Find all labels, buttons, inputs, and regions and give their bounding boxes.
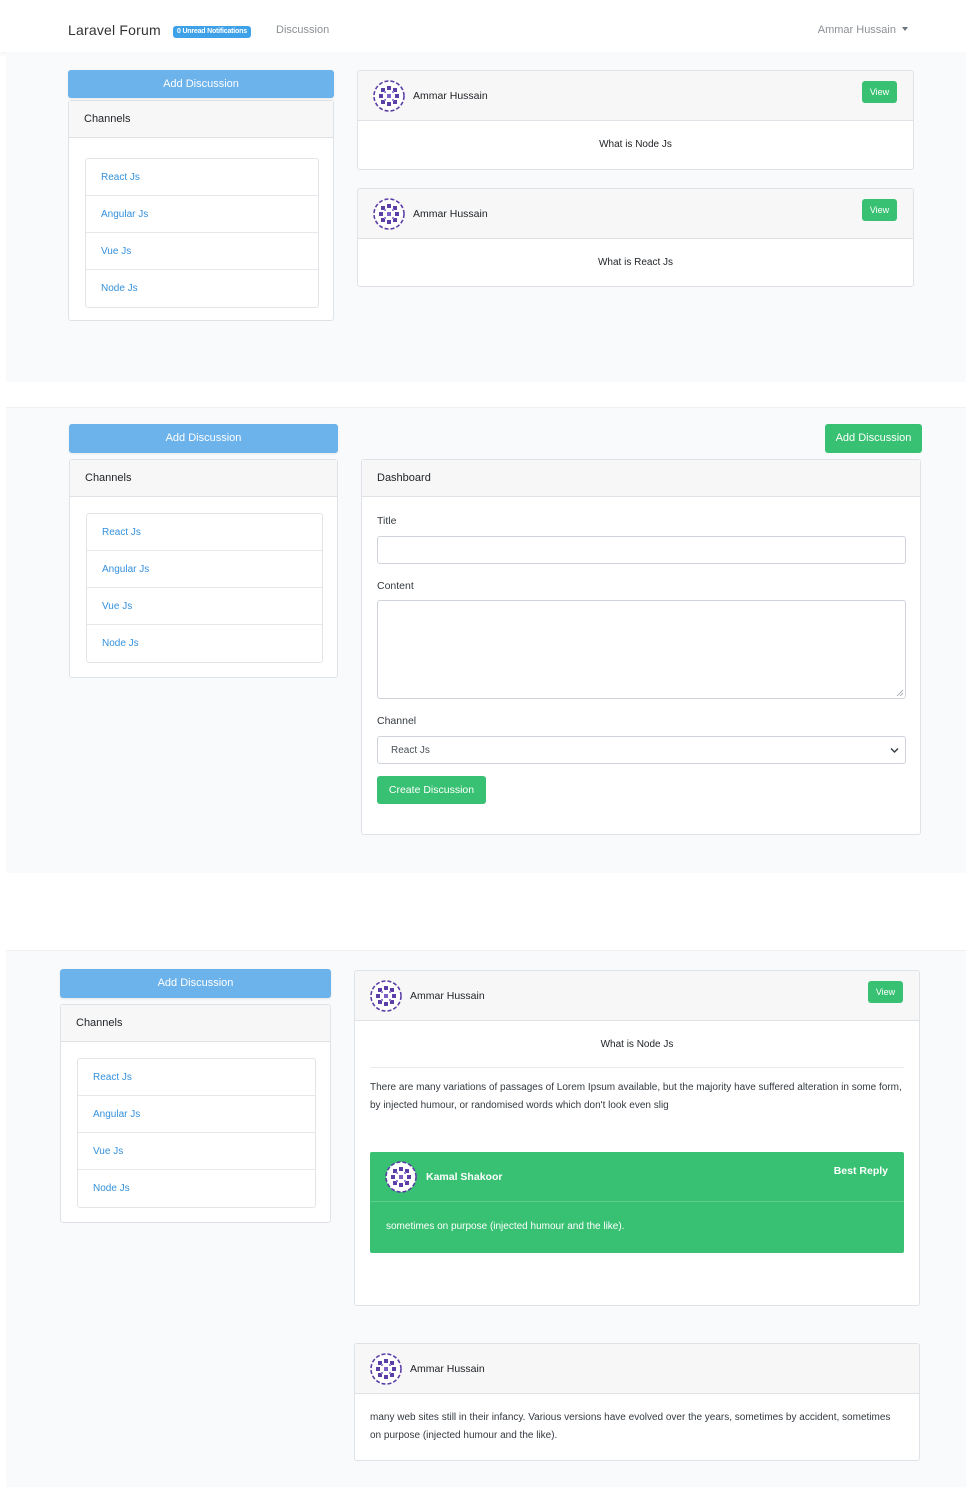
title-input[interactable]	[377, 536, 906, 564]
channels-list: React Js Angular Js Vue Js Node Js	[86, 513, 323, 663]
discussion-card: Ammar Hussain View What is React Js	[357, 188, 914, 287]
avatar	[373, 198, 405, 230]
channel-item-vue[interactable]: Vue Js	[87, 588, 322, 625]
discussion-title: What is Node Js	[599, 139, 672, 150]
create-discussion-button[interactable]: Create Discussion	[377, 776, 486, 804]
dashboard-header: Dashboard	[362, 460, 920, 497]
view-button[interactable]: View	[862, 81, 897, 103]
view-button[interactable]: View	[868, 981, 903, 1003]
discussion-content: There are many variations of passages of…	[370, 1082, 902, 1111]
channel-item-angular[interactable]: Angular Js	[86, 196, 318, 233]
create-discussion-screen: Add Discussion Add Discussion Channels R…	[6, 407, 966, 873]
reply-author: Ammar Hussain	[410, 1363, 485, 1375]
avatar	[370, 980, 402, 1012]
channels-list: React Js Angular Js Vue Js Node Js	[77, 1058, 316, 1208]
channel-item-node[interactable]: Node Js	[86, 270, 318, 307]
channel-label: Channel	[377, 715, 417, 727]
channel-select[interactable]: React Js	[377, 736, 906, 764]
avatar	[373, 80, 405, 112]
discussion-nav-link[interactable]: Discussion	[276, 24, 329, 36]
view-button[interactable]: View	[862, 199, 897, 221]
title-label: Title	[377, 515, 397, 527]
channels-card: Channels React Js Angular Js Vue Js Node…	[68, 100, 334, 321]
channel-item-react[interactable]: React Js	[78, 1059, 315, 1096]
discussion-title: What is Node Js	[600, 1039, 674, 1050]
channel-item-angular[interactable]: Angular Js	[78, 1096, 315, 1133]
discussion-list-screen: Add Discussion Channels React Js Angular…	[6, 52, 966, 382]
brand-link[interactable]: Laravel Forum	[68, 22, 161, 38]
discussion-title: What is React Js	[597, 257, 674, 268]
channels-header: Channels	[61, 1005, 330, 1042]
author-name: Ammar Hussain	[413, 208, 488, 220]
add-discussion-button[interactable]: Add Discussion	[60, 969, 331, 998]
channels-card: Channels React Js Angular Js Vue Js Node…	[69, 459, 338, 678]
reply-header: Ammar Hussain	[355, 1344, 919, 1394]
discussion-card: Ammar Hussain View What is Node Js	[357, 70, 914, 170]
resize-handle-icon[interactable]	[896, 689, 903, 696]
best-reply-badge: Best Reply	[833, 1165, 888, 1177]
channels-card: Channels React Js Angular Js Vue Js Node…	[60, 1004, 331, 1223]
channel-item-react[interactable]: React Js	[86, 159, 318, 196]
reply-content: many web sites still in their infancy. V…	[370, 1412, 891, 1441]
avatar	[370, 1353, 402, 1385]
add-discussion-button[interactable]: Add Discussion	[68, 70, 334, 98]
reply-card: Ammar Hussain many web sites still in th…	[354, 1343, 920, 1461]
best-reply-card: Kamal Shakoor Best Reply sometimes on pu…	[370, 1152, 904, 1253]
avatar	[385, 1161, 417, 1193]
channels-header: Channels	[70, 460, 337, 497]
dashboard-card: Dashboard Title Content Channel React Js…	[361, 459, 921, 835]
channel-item-vue[interactable]: Vue Js	[78, 1133, 315, 1170]
best-reply-author: Kamal Shakoor	[426, 1171, 503, 1183]
discussion-header: Ammar Hussain View	[358, 189, 913, 239]
channels-list: React Js Angular Js Vue Js Node Js	[85, 158, 319, 308]
caret-down-icon	[902, 27, 908, 31]
channels-header: Channels	[69, 101, 333, 138]
content-label: Content	[377, 580, 414, 592]
author-name: Ammar Hussain	[413, 90, 488, 102]
channel-select-value: React Js	[391, 745, 430, 756]
discussion-header: Ammar Hussain View	[358, 71, 913, 121]
notifications-badge[interactable]: 0 Unread Notifications	[173, 26, 251, 38]
add-discussion-button[interactable]: Add Discussion	[69, 424, 338, 453]
navbar: Laravel Forum 0 Unread Notifications Dis…	[0, 0, 966, 52]
channel-item-vue[interactable]: Vue Js	[86, 233, 318, 270]
chevron-down-icon	[890, 748, 899, 753]
divider	[370, 1067, 904, 1068]
user-name: Ammar Hussain	[817, 24, 896, 36]
best-reply-content: sometimes on purpose (injected humour an…	[386, 1221, 625, 1232]
user-menu-dropdown[interactable]: Ammar Hussain	[818, 24, 908, 36]
content-textarea[interactable]	[377, 600, 906, 699]
channel-item-react[interactable]: React Js	[87, 514, 322, 551]
channel-item-angular[interactable]: Angular Js	[87, 551, 322, 588]
author-name: Ammar Hussain	[410, 990, 485, 1002]
discussion-card: Ammar Hussain View What is Node Js There…	[354, 970, 920, 1306]
add-discussion-top-button[interactable]: Add Discussion	[825, 424, 922, 453]
channel-item-node[interactable]: Node Js	[78, 1170, 315, 1207]
discussion-header: Ammar Hussain View	[355, 971, 919, 1021]
discussion-detail-screen: Add Discussion Channels React Js Angular…	[6, 950, 966, 1487]
channel-item-node[interactable]: Node Js	[87, 625, 322, 662]
